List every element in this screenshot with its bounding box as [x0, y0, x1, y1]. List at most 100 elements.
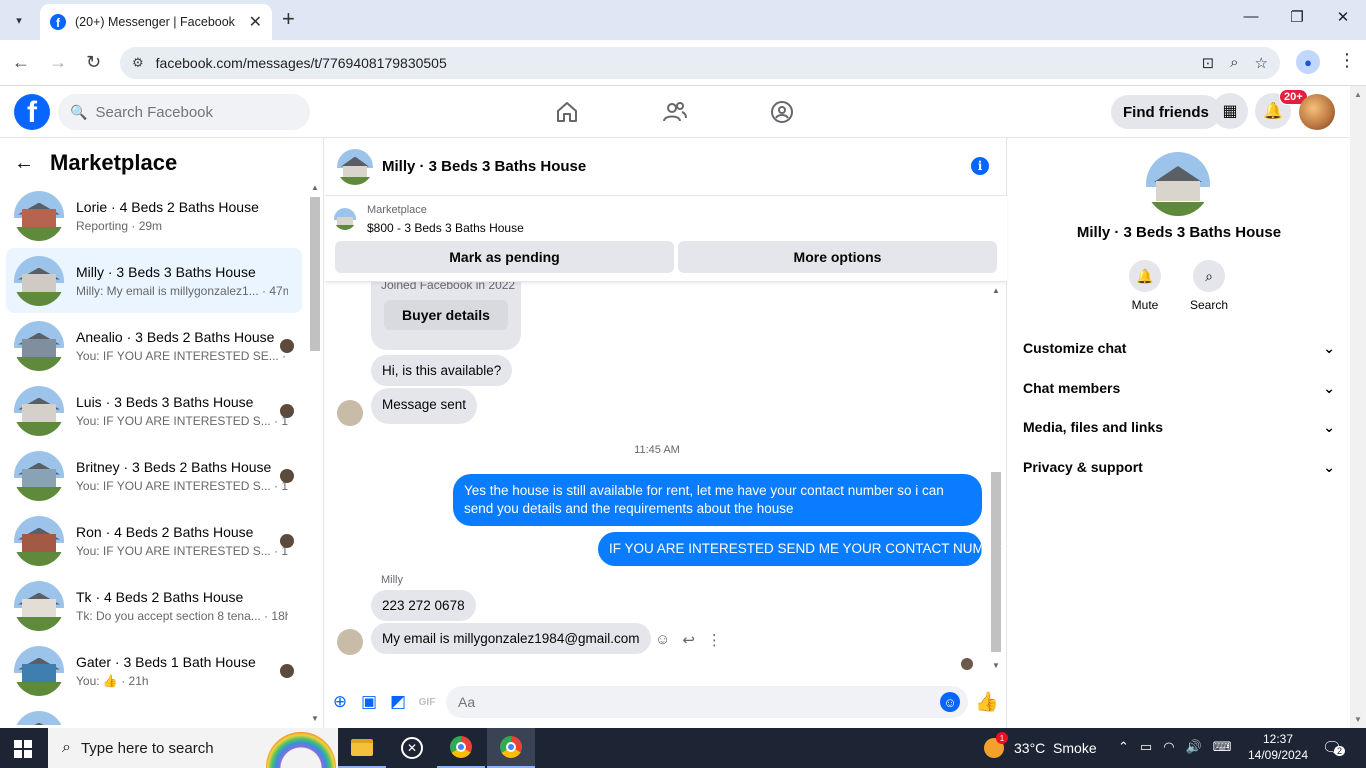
conversation-item[interactable]: Lorie · 4 Beds 2 Baths House Reporting · …	[6, 183, 302, 248]
scroll-up-icon[interactable]: ▲	[1354, 90, 1362, 99]
conversation-item[interactable]: Tk · 4 Beds 2 Baths House Tk: Do you acce…	[6, 573, 302, 638]
chrome-profile-app[interactable]	[487, 728, 535, 768]
more-actions-plus-icon[interactable]: ⊕	[330, 692, 350, 712]
account-avatar[interactable]	[1299, 94, 1335, 130]
home-icon[interactable]	[554, 100, 580, 124]
reply-icon[interactable]: ↩	[682, 631, 695, 649]
scrollbar-thumb[interactable]	[310, 197, 320, 351]
scrollbar-thumb[interactable]	[991, 472, 1001, 652]
minimize-icon[interactable]: —	[1228, 8, 1274, 25]
zoom-icon[interactable]: ⌕	[1230, 54, 1238, 72]
friends-icon[interactable]	[662, 100, 688, 124]
url-text[interactable]: facebook.com/messages/t/7769408179830505	[156, 55, 447, 71]
reload-icon[interactable]: ↻	[86, 52, 101, 73]
chat-members-row[interactable]: Chat members ⌄	[1023, 376, 1335, 400]
facebook-logo-icon[interactable]: f	[14, 94, 50, 130]
site-info-icon[interactable]: ⚙	[132, 55, 144, 71]
conversation-item[interactable]: Kanesha · 4 Beds 2 Baths House	[6, 703, 302, 725]
wifi-icon[interactable]: ◠	[1163, 739, 1174, 755]
attach-photo-icon[interactable]: ▣	[359, 692, 379, 712]
chat-avatar[interactable]	[337, 148, 373, 185]
chrome-app[interactable]	[437, 728, 485, 768]
search-action[interactable]: ⌕ Search	[1179, 260, 1239, 312]
message-input-box[interactable]: ☺	[446, 686, 968, 718]
bookmark-star-icon[interactable]: ☆	[1255, 54, 1268, 72]
scroll-up-icon[interactable]: ▲	[311, 183, 319, 192]
install-app-icon[interactable]: ⊡	[1202, 54, 1215, 72]
incoming-message[interactable]: My email is millygonzalez1984@gmail.com	[371, 623, 651, 654]
facebook-favicon-icon: f	[50, 14, 66, 30]
sticker-icon[interactable]: ◩	[388, 692, 408, 712]
search-icon[interactable]: ⌕	[1193, 260, 1225, 292]
media-files-links-row[interactable]: Media, files and links ⌄	[1023, 415, 1335, 439]
profile-avatar[interactable]	[1146, 152, 1210, 216]
new-tab-icon[interactable]: +	[282, 8, 295, 30]
conversation-item[interactable]: Gater · 3 Beds 1 Bath House You: 👍 · 21h	[6, 638, 302, 703]
thumbs-up-icon[interactable]: 👍	[975, 692, 999, 713]
more-options-button[interactable]: More options	[678, 241, 997, 273]
conversation-item[interactable]: Anealio · 3 Beds 2 Baths House You: IF YO…	[6, 313, 302, 378]
search-input[interactable]	[95, 103, 296, 121]
incoming-message[interactable]: Message sent	[371, 388, 478, 424]
mark-as-pending-button[interactable]: Mark as pending	[335, 241, 674, 273]
sender-avatar[interactable]	[337, 400, 363, 426]
outgoing-message[interactable]: IF YOU ARE INTERESTED SEND ME YOUR CONTA…	[598, 532, 1007, 566]
bell-icon[interactable]: 🔔	[1129, 260, 1161, 292]
conversation-item[interactable]: Luis · 3 Beds 3 Baths House You: IF YOU A…	[6, 378, 302, 443]
chat-scrollbar[interactable]: ▲ ▼	[989, 282, 1003, 674]
info-icon[interactable]: i	[971, 157, 989, 175]
conversation-item[interactable]: Britney · 3 Beds 2 Baths House You: IF YO…	[6, 443, 302, 508]
omnibox[interactable]: ⚙ facebook.com/messages/t/77694081798305…	[120, 47, 1280, 79]
back-arrow-icon[interactable]: ←	[14, 152, 34, 175]
find-friends-button[interactable]: Find friends	[1111, 95, 1221, 129]
xbox-app[interactable]: ✕	[388, 728, 436, 768]
page-scrollbar[interactable]: ▲ ▼	[1350, 86, 1366, 728]
listing-thumbnail[interactable]	[334, 208, 356, 230]
gif-icon[interactable]: GIF	[417, 692, 437, 712]
more-actions-icon[interactable]: ⋮	[707, 631, 722, 649]
scroll-up-icon[interactable]: ▲	[992, 286, 1000, 295]
close-tab-icon[interactable]: ✕	[249, 12, 262, 32]
close-window-icon[interactable]: ✕	[1320, 8, 1366, 26]
listing-title[interactable]: $800 - 3 Beds 3 Baths House	[367, 221, 524, 235]
volume-icon[interactable]: 🔊	[1186, 739, 1202, 755]
listing-thumbnail	[14, 580, 64, 631]
sender-avatar[interactable]	[337, 629, 363, 655]
battery-icon[interactable]: ▭	[1140, 739, 1152, 755]
clock[interactable]: 12:37 14/09/2024	[1246, 731, 1310, 763]
conversation-preview: Reporting · 29m	[76, 218, 163, 233]
restore-icon[interactable]: ❐	[1274, 8, 1320, 26]
browser-profile-icon[interactable]: ●	[1296, 50, 1320, 74]
conversation-item[interactable]: Milly · 3 Beds 3 Baths House Milly: My em…	[6, 248, 302, 313]
facebook-search[interactable]: 🔍	[58, 94, 310, 130]
customize-chat-row[interactable]: Customize chat ⌄	[1023, 336, 1335, 360]
forward-icon[interactable]: →	[49, 52, 67, 73]
buyer-details-button[interactable]: Buyer details	[384, 300, 508, 330]
emoji-icon[interactable]: ☺	[940, 692, 960, 712]
mute-action[interactable]: 🔔 Mute	[1115, 260, 1175, 312]
groups-icon[interactable]	[769, 100, 795, 124]
keyboard-icon[interactable]: ⌨	[1213, 739, 1232, 755]
browser-menu-icon[interactable]: ⋮	[1338, 50, 1356, 71]
weather-widget[interactable]: 1 33°C Smoke	[984, 728, 1097, 768]
conversation-item[interactable]: Ron · 4 Beds 2 Baths House You: IF YOU AR…	[6, 508, 302, 573]
file-explorer-app[interactable]	[338, 728, 386, 768]
react-emoji-icon[interactable]: ☺	[655, 631, 670, 649]
incoming-message[interactable]: 223 272 0678	[371, 590, 476, 621]
sidebar-scrollbar[interactable]: ▲ ▼	[308, 183, 322, 723]
scroll-down-icon[interactable]: ▼	[1354, 715, 1362, 724]
outgoing-message[interactable]: Yes the house is still available for ren…	[453, 474, 982, 526]
incoming-message[interactable]: Hi, is this available?	[371, 355, 513, 386]
back-icon[interactable]: ←	[12, 52, 30, 73]
chevron-up-icon[interactable]: ⌃	[1118, 739, 1129, 755]
browser-tab[interactable]: f (20+) Messenger | Facebook ✕	[40, 4, 272, 40]
message-input[interactable]	[458, 694, 918, 710]
tab-search-icon[interactable]: ▾	[6, 8, 32, 32]
chat-title[interactable]: Milly · 3 Beds 3 Baths House	[382, 158, 586, 175]
menu-grid-icon[interactable]: ▦	[1212, 93, 1248, 129]
notification-center-icon[interactable]: 🗨 2	[1322, 738, 1346, 758]
windows-start-icon[interactable]	[14, 740, 32, 758]
scroll-down-icon[interactable]: ▼	[992, 661, 1000, 670]
scroll-down-icon[interactable]: ▼	[311, 714, 319, 723]
privacy-support-row[interactable]: Privacy & support ⌄	[1023, 455, 1335, 479]
